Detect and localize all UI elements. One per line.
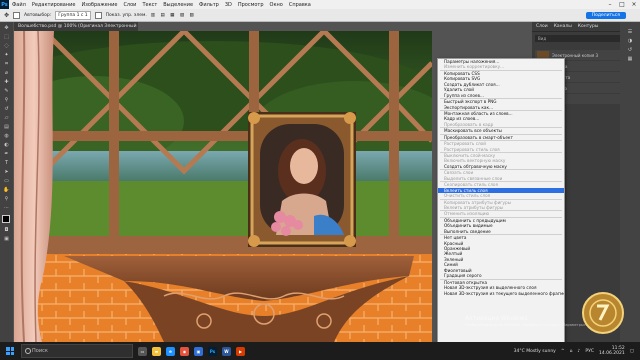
tab-layers[interactable]: Слои	[536, 24, 548, 29]
menu-4[interactable]: Текст	[139, 2, 160, 8]
document-tab[interactable]: Волшебство.psd @ 100% (Оригинал Электрон…	[14, 22, 138, 38]
eraser-icon[interactable]: ▱	[2, 114, 11, 121]
portrait-frame	[248, 112, 356, 247]
menu-10[interactable]: Справка	[286, 2, 314, 8]
network-icon[interactable]: ⌂	[570, 349, 573, 354]
move-tool-icon[interactable]: ✥	[4, 12, 9, 19]
marquee-icon[interactable]: ⬚	[2, 33, 11, 40]
volume-icon[interactable]: ♪	[577, 349, 580, 354]
chrome-icon[interactable]: ◉	[180, 346, 189, 356]
magic-wand-icon[interactable]: ✦	[2, 51, 11, 58]
menu-1[interactable]: Редактирование	[29, 2, 79, 8]
window-controls: – □ ×	[604, 1, 640, 8]
minimize-button[interactable]: –	[604, 1, 616, 8]
menu-5[interactable]: Выделение	[160, 2, 196, 8]
layer-context-menu: Параметры наложения... Изменить корректир…	[437, 58, 565, 348]
explorer-icon[interactable]: ▬	[152, 346, 161, 356]
tray-arrow-icon[interactable]: ^	[561, 349, 565, 354]
screen-mode-icon[interactable]: ▣	[2, 235, 11, 242]
tools-panel: ✥ ⬚ ◌ ✦ ⌗ ⌀ ✚ ✎ ⚲ ↺ ▱ ▤ ◍ ◐ ✒ T ➤ ▭ ✋ ⚲ …	[0, 22, 13, 342]
lasso-icon[interactable]: ◌	[2, 42, 11, 49]
word-icon[interactable]: W	[222, 346, 231, 356]
blur-icon[interactable]: ◍	[2, 132, 11, 139]
notifications-icon[interactable]: ▢	[630, 349, 634, 354]
transform-controls-checkbox[interactable]	[94, 11, 102, 19]
clock-date: 14.06.2021	[598, 351, 625, 356]
activation-text: Чтобы активировать Windows, перейдите в …	[465, 323, 587, 327]
start-button[interactable]	[3, 344, 17, 358]
maximize-button[interactable]: □	[616, 1, 628, 8]
properties-icon[interactable]: ☰	[626, 28, 635, 35]
eyedropper-icon[interactable]: ⌀	[2, 69, 11, 76]
document-canvas[interactable]	[14, 31, 432, 342]
history-icon[interactable]: ↺	[626, 46, 635, 53]
pen-icon[interactable]: ✒	[2, 150, 11, 157]
transform-controls-label: Показ. упр. элем.	[105, 12, 147, 18]
activation-watermark: Активация Windows Чтобы активировать Win…	[465, 315, 587, 329]
type-icon[interactable]: T	[2, 159, 11, 166]
menu-8[interactable]: Просмотр	[235, 2, 267, 8]
shape-icon[interactable]: ▭	[2, 177, 11, 184]
store-icon[interactable]: ▣	[194, 346, 203, 356]
stamp-icon[interactable]: ⚲	[2, 96, 11, 103]
task-view-icon[interactable]: ▭	[138, 346, 147, 356]
tab-paths[interactable]: Контуры	[578, 24, 599, 29]
menu-9[interactable]: Окно	[267, 2, 286, 8]
foreground-color[interactable]	[2, 215, 10, 223]
auto-select-dropdown[interactable]: Группа 1 с 1	[55, 10, 91, 20]
language-indicator[interactable]: РУС	[585, 349, 594, 354]
zoom-icon[interactable]: ⚲	[2, 195, 11, 202]
color-swatches[interactable]	[2, 215, 13, 226]
align-icons[interactable]: ▥ ▤ ▦ ▧ ▨	[151, 13, 196, 18]
tab-channels[interactable]: Каналы	[554, 24, 572, 29]
context-menu-item[interactable]: Новая 3D-экструзия из текущего выделенно…	[438, 291, 564, 296]
photoshop-taskbar-icon[interactable]: Ps	[208, 346, 217, 356]
menu-items: Файл Редактирование Изображение Слои Текст Вы…	[9, 2, 314, 8]
history-brush-icon[interactable]: ↺	[2, 105, 11, 112]
layer-name: Электронный копия 3	[552, 52, 599, 58]
share-button[interactable]: Поделиться	[585, 11, 626, 19]
taskbar-search[interactable]: Поиск	[21, 344, 133, 358]
system-tray: 34°C Mostly sunny ^ ⌂ ♪ РУС 11:52 14.06.…	[514, 346, 640, 356]
clock[interactable]: 11:52 14.06.2021	[599, 346, 625, 356]
windows-taskbar: Поиск ▭ ▬ e ◉ ▣ Ps W ▶ 34°C Mostly sunny…	[0, 342, 640, 360]
menu-0[interactable]: Файл	[9, 2, 29, 8]
gradient-icon[interactable]: ▤	[2, 123, 11, 130]
close-button[interactable]: ×	[628, 1, 640, 8]
media-icon[interactable]: ▶	[236, 346, 245, 356]
menu-bar: Ps Файл Редактирование Изображение Слои Текс…	[0, 0, 640, 9]
artwork-image	[14, 31, 432, 342]
move-icon[interactable]: ✥	[2, 24, 11, 31]
channel-logo	[582, 292, 624, 334]
edge-icon[interactable]: e	[166, 346, 175, 356]
swatches-icon[interactable]: ▦	[626, 55, 635, 62]
adjustments-icon[interactable]: ◑	[626, 37, 635, 44]
crop-icon[interactable]: ⌗	[2, 60, 11, 67]
weather-widget[interactable]: 34°C Mostly sunny	[514, 349, 556, 354]
menu-3[interactable]: Слои	[120, 2, 139, 8]
healing-icon[interactable]: ✚	[2, 78, 11, 85]
menu-2[interactable]: Изображение	[78, 2, 120, 8]
activation-title: Активация Windows	[465, 315, 528, 322]
logo-badge-icon	[582, 292, 624, 334]
auto-select-checkbox[interactable]	[13, 11, 21, 19]
brush-icon[interactable]: ✎	[2, 87, 11, 94]
quick-mask-icon[interactable]: ◘	[2, 226, 11, 233]
more-tools-icon[interactable]: ⋯	[2, 204, 11, 211]
photoshop-logo-icon: Ps	[0, 0, 9, 9]
options-bar: ✥ Автовыбор: Группа 1 с 1 Показ. упр. эл…	[0, 9, 640, 22]
path-select-icon[interactable]: ➤	[2, 168, 11, 175]
menu-7[interactable]: 3D	[222, 2, 235, 8]
dodge-icon[interactable]: ◐	[2, 141, 11, 148]
auto-select-label: Автовыбор:	[24, 12, 52, 18]
hand-icon[interactable]: ✋	[2, 186, 11, 193]
menu-6[interactable]: Фильтр	[196, 2, 222, 8]
